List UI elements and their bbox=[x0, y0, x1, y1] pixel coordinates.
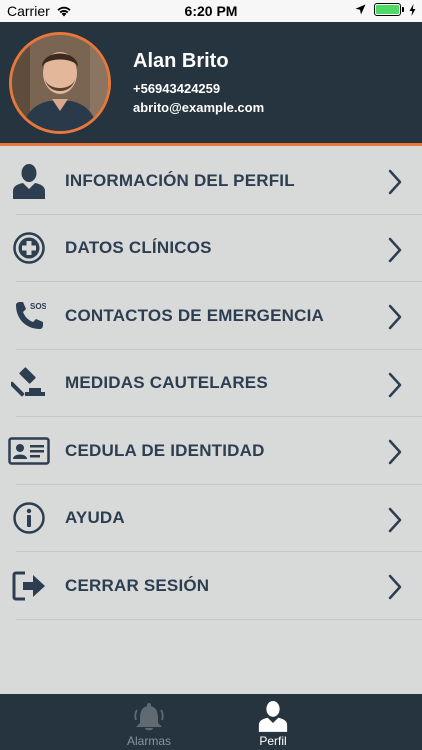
location-arrow-icon bbox=[355, 4, 366, 15]
battery-icon bbox=[374, 3, 404, 16]
menu-item-label: INFORMACIÓN DEL PERFIL bbox=[65, 170, 295, 190]
battery-level bbox=[376, 5, 399, 14]
chevron-right-icon bbox=[388, 169, 402, 195]
svg-text:SOS: SOS bbox=[30, 302, 46, 311]
menu-item-logout[interactable]: CERRAR SESIÓN bbox=[0, 552, 422, 620]
user-icon bbox=[8, 160, 50, 202]
profile-phone: +56943424259 bbox=[133, 81, 221, 96]
avatar-photo bbox=[12, 35, 108, 131]
medical-cross-icon bbox=[8, 227, 50, 269]
menu-item-emergency-contacts[interactable]: SOS CONTACTOS DE EMERGENCIA bbox=[0, 282, 422, 350]
user-icon bbox=[258, 700, 288, 732]
chevron-right-icon bbox=[388, 237, 402, 262]
gavel-icon bbox=[8, 362, 50, 404]
menu-item-label: AYUDA bbox=[65, 508, 125, 528]
logout-icon bbox=[8, 565, 50, 607]
id-card-icon bbox=[8, 430, 50, 472]
tab-label: Perfil bbox=[259, 734, 287, 748]
menu-item-label: CONTACTOS DE EMERGENCIA bbox=[65, 305, 324, 325]
chevron-right-icon bbox=[388, 507, 402, 532]
tab-bar: Alarmas Perfil bbox=[0, 694, 422, 750]
tab-profile[interactable]: Perfil bbox=[228, 694, 318, 750]
menu-item-label: CERRAR SESIÓN bbox=[65, 575, 210, 595]
menu-item-label: CEDULA DE IDENTIDAD bbox=[65, 440, 265, 460]
avatar[interactable] bbox=[9, 32, 111, 134]
profile-header: Alan Brito +56943424259 abrito@example.c… bbox=[0, 22, 422, 146]
chevron-right-icon bbox=[388, 574, 402, 600]
menu-item-precautionary-measures[interactable]: MEDIDAS CAUTELARES bbox=[0, 350, 422, 418]
menu-item-clinical-data[interactable]: DATOS CLÍNICOS bbox=[0, 215, 422, 283]
profile-menu: INFORMACIÓN DEL PERFIL DATOS CLÍNICOS SO… bbox=[0, 147, 422, 620]
chevron-right-icon bbox=[388, 304, 402, 330]
tab-alarms[interactable]: Alarmas bbox=[104, 694, 194, 750]
status-bar: Carrier 6:20 PM bbox=[0, 0, 422, 22]
menu-item-help[interactable]: AYUDA bbox=[0, 485, 422, 553]
menu-item-label: DATOS CLÍNICOS bbox=[65, 238, 212, 258]
charging-bolt-icon bbox=[409, 3, 416, 16]
chevron-right-icon bbox=[388, 439, 402, 465]
info-icon bbox=[8, 497, 50, 539]
menu-item-identity-card[interactable]: CEDULA DE IDENTIDAD bbox=[0, 417, 422, 485]
menu-item-label: MEDIDAS CAUTELARES bbox=[65, 373, 268, 393]
bell-icon bbox=[133, 700, 165, 732]
status-indicators bbox=[355, 3, 416, 16]
menu-item-profile-info[interactable]: INFORMACIÓN DEL PERFIL bbox=[0, 147, 422, 215]
chevron-right-icon bbox=[388, 372, 402, 397]
profile-email: abrito@example.com bbox=[133, 100, 265, 115]
profile-name: Alan Brito bbox=[133, 50, 229, 72]
sos-phone-icon: SOS bbox=[8, 295, 50, 337]
tab-label: Alarmas bbox=[126, 734, 171, 748]
